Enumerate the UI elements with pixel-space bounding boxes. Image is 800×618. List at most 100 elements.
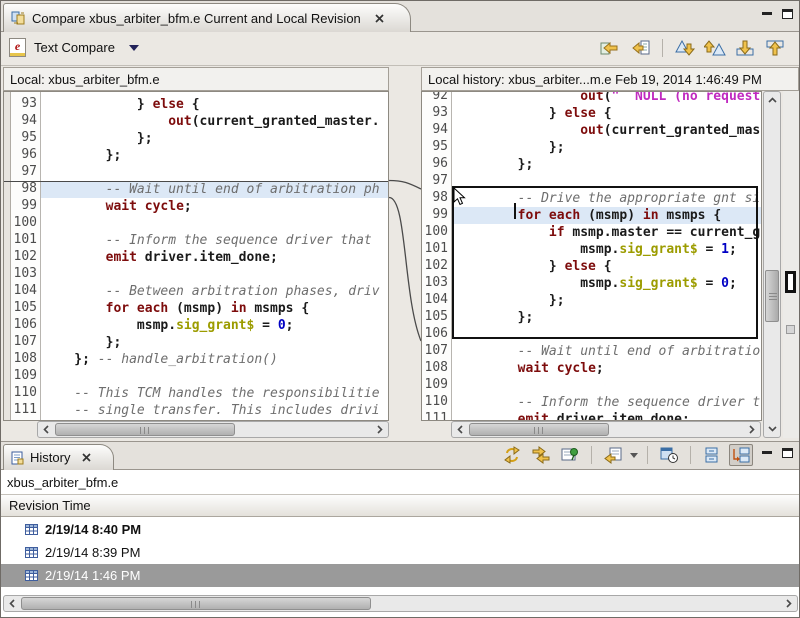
code-line[interactable]: 98 -- Drive the appropriate gnt si [422,190,761,207]
date-format-icon[interactable] [657,444,681,466]
code-line[interactable]: 109 [4,368,388,385]
copy-all-right-to-left-icon[interactable] [598,36,622,60]
link-with-editor-icon[interactable] [529,444,553,466]
code-line[interactable]: 103 [4,266,388,283]
code-line[interactable]: 97 [4,164,388,181]
code-line[interactable]: 96 }; [422,156,761,173]
horizontal-scrollbar-thumb[interactable] [55,423,235,436]
horizontal-scrollbar-thumb[interactable] [21,597,371,610]
code-line[interactable]: 92 out(" NULL (no requests [422,91,761,105]
code-line[interactable]: 94 out(current_granted_mas [422,122,761,139]
next-difference-icon[interactable] [673,36,697,60]
code-text: msmp.sig_grant$ = 0; [452,275,761,292]
code-line[interactable]: 106 [422,326,761,343]
scroll-down-button[interactable] [765,421,779,436]
left-horizontal-scrollbar[interactable] [37,421,389,438]
code-line[interactable]: 95 }; [422,139,761,156]
left-code-panel[interactable]: 93 } else {94 out(current_granted_master… [3,91,389,421]
compare-mode-icon[interactable] [601,444,625,466]
scroll-up-button[interactable] [765,93,779,108]
chevron-down-icon[interactable] [129,45,139,51]
code-line[interactable]: 109 [422,377,761,394]
code-text [452,377,761,394]
revision-row[interactable]: 2/19/14 8:40 PM [1,518,800,541]
code-line[interactable]: 101 msmp.sig_grant$ = 1; [422,241,761,258]
scroll-right-button[interactable] [781,597,796,610]
revision-time-column-header[interactable]: Revision Time [1,494,800,517]
code-line[interactable]: 110 -- This TCM handles the responsibili… [4,385,388,402]
revision-time-label: 2/19/14 1:46 PM [45,568,140,583]
refresh-icon[interactable] [500,444,524,466]
code-line[interactable]: 94 out(current_granted_master. [4,113,388,130]
code-line[interactable]: 102 } else { [422,258,761,275]
line-number: 105 [422,309,452,326]
code-line[interactable]: 108 wait cycle; [422,360,761,377]
code-line[interactable]: 97 [422,173,761,190]
left-pane-header: Local: xbus_arbiter_bfm.e [3,67,389,91]
overview-position-marker[interactable] [786,325,795,334]
code-line[interactable]: 107 }; [4,334,388,351]
right-code-content[interactable]: 92 out(" NULL (no requests93 } else {94 … [422,91,761,421]
overview-ruler[interactable] [783,91,799,438]
code-line[interactable]: 111 -- single transfer. This includes dr… [4,402,388,419]
code-text: }; [41,334,388,351]
code-line[interactable]: 98 -- Wait until end of arbitration ph [4,181,388,198]
code-line[interactable]: 110 -- Inform the sequence driver t [422,394,761,411]
code-line[interactable]: 105 for each (msmp) in msmps { [4,300,388,317]
code-line[interactable]: 101 -- Inform the sequence driver that [4,232,388,249]
code-line[interactable]: 100 if msmp.master == current_g [422,224,761,241]
right-horizontal-scrollbar[interactable] [451,421,761,438]
vertical-scrollbar-thumb[interactable] [765,270,779,322]
scroll-left-button[interactable] [39,423,54,436]
horizontal-scrollbar-thumb[interactable] [469,423,609,436]
code-line[interactable]: 100 [4,215,388,232]
code-line[interactable]: 99 for each (msmp) in msmps { [422,207,761,224]
line-number: 98 [422,190,452,207]
maximize-button[interactable] [782,9,793,19]
line-number: 94 [4,113,41,130]
compare-mode-dropdown-icon[interactable] [630,453,638,458]
overview-change-marker[interactable] [785,271,796,293]
code-line[interactable]: 106 msmp.sig_grant$ = 0; [4,317,388,334]
history-tab[interactable]: History [3,444,114,470]
code-line[interactable]: 96 }; [4,147,388,164]
right-code-panel[interactable]: 92 out(" NULL (no requests93 } else {94 … [421,91,762,421]
copy-current-right-to-left-icon[interactable] [628,36,652,60]
collapse-all-icon[interactable] [700,444,724,466]
code-line[interactable]: 107 -- Wait until end of arbitratio [422,343,761,360]
code-line[interactable]: 95 }; [4,130,388,147]
history-horizontal-scrollbar[interactable] [3,595,798,612]
close-icon[interactable] [375,14,384,23]
editor-tab-compare[interactable]: Compare xbus_arbiter_bfm.e Current and L… [3,3,411,32]
code-line[interactable]: 102 emit driver.item_done; [4,249,388,266]
code-line[interactable]: 93 } else { [422,105,761,122]
previous-change-icon[interactable] [763,36,787,60]
previous-difference-icon[interactable] [703,36,727,60]
code-line[interactable]: 104 }; [422,292,761,309]
code-line[interactable]: 93 } else { [4,96,388,113]
next-change-icon[interactable] [733,36,757,60]
left-code-content[interactable]: 93 } else {94 out(current_granted_master… [4,96,388,419]
right-vertical-scrollbar[interactable] [763,91,781,438]
code-line[interactable]: 108 }; -- handle_arbitration() [4,351,388,368]
maximize-button[interactable] [782,448,793,458]
revision-row[interactable]: 2/19/14 1:46 PM [1,564,800,587]
code-line[interactable]: 111 emit driver.item_done; [422,411,761,421]
pin-editor-icon[interactable] [558,444,582,466]
code-text: out(" NULL (no requests [452,91,761,105]
code-line[interactable]: 104 -- Between arbitration phases, driv [4,283,388,300]
revision-row[interactable]: 2/19/14 8:39 PM [1,541,800,564]
minimize-button[interactable] [762,449,772,458]
scroll-right-button[interactable] [744,423,759,436]
group-by-date-icon[interactable] [729,444,753,466]
close-icon[interactable] [82,453,91,462]
scroll-left-button[interactable] [453,423,468,436]
line-number: 110 [422,394,452,411]
code-line[interactable]: 105 }; [422,309,761,326]
scroll-right-button[interactable] [372,423,387,436]
history-tab-label: History [30,450,70,465]
code-line[interactable]: 99 wait cycle; [4,198,388,215]
scroll-left-button[interactable] [5,597,20,610]
code-line[interactable]: 103 msmp.sig_grant$ = 0; [422,275,761,292]
minimize-button[interactable] [762,10,772,19]
